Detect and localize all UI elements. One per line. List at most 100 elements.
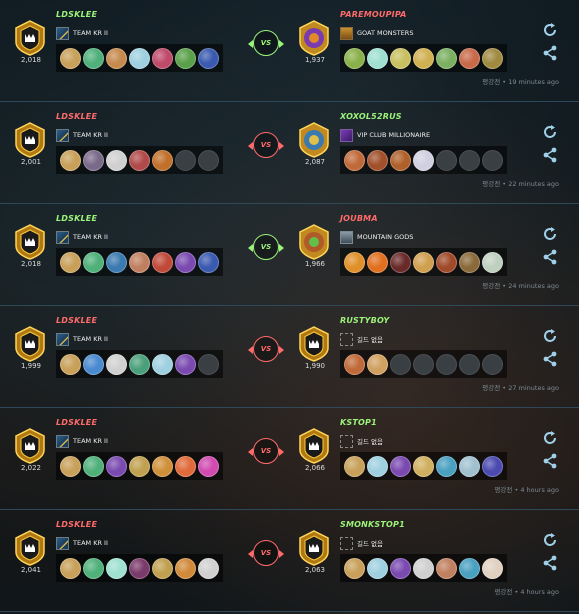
monster-portrait[interactable] [106, 149, 127, 171]
monster-portrait[interactable] [152, 149, 173, 171]
monster-portrait[interactable] [83, 251, 104, 273]
refresh-icon[interactable] [542, 226, 558, 242]
monster-portrait[interactable] [482, 455, 503, 477]
refresh-icon[interactable] [542, 430, 558, 446]
monster-portrait[interactable] [390, 149, 411, 171]
player-name[interactable]: LDSKLEE [56, 316, 97, 325]
monster-portrait[interactable] [482, 251, 503, 273]
monster-portrait[interactable] [367, 47, 388, 69]
share-icon[interactable] [542, 147, 558, 163]
monster-portrait[interactable] [413, 251, 434, 273]
player-name[interactable]: LDSKLEE [56, 214, 97, 223]
monster-portrait[interactable] [152, 557, 173, 579]
monster-portrait[interactable] [413, 557, 434, 579]
player-name[interactable]: PAREMOUPIPA [340, 10, 407, 19]
monster-portrait[interactable] [83, 557, 104, 579]
guild-info: TEAM KR II [56, 332, 108, 346]
monster-portrait[interactable] [367, 557, 388, 579]
monster-portrait[interactable] [129, 455, 150, 477]
monster-portrait[interactable] [152, 47, 173, 69]
monster-portrait[interactable] [367, 353, 388, 375]
monster-portrait[interactable] [413, 149, 434, 171]
share-icon[interactable] [542, 351, 558, 367]
monster-portrait[interactable] [436, 455, 457, 477]
player-name[interactable]: LDSKLEE [56, 418, 97, 427]
monster-portrait[interactable] [198, 557, 219, 579]
monster-portrait[interactable] [367, 251, 388, 273]
monster-portrait[interactable] [83, 149, 104, 171]
monster-portrait[interactable] [459, 455, 480, 477]
monster-portrait[interactable] [367, 149, 388, 171]
monster-portrait[interactable] [60, 47, 81, 69]
refresh-icon[interactable] [542, 22, 558, 38]
monster-portrait[interactable] [106, 455, 127, 477]
monster-portrait[interactable] [106, 353, 127, 375]
share-icon[interactable] [542, 555, 558, 571]
monster-portrait[interactable] [129, 353, 150, 375]
monster-portrait[interactable] [60, 557, 81, 579]
monster-portrait[interactable] [129, 149, 150, 171]
monster-portrait[interactable] [413, 455, 434, 477]
player-name[interactable]: LDSKLEE [56, 10, 97, 19]
player-name[interactable]: XOXOL52RUS [340, 112, 402, 121]
monster-portrait[interactable] [83, 455, 104, 477]
monster-portrait[interactable] [344, 149, 365, 171]
share-icon[interactable] [542, 249, 558, 265]
monster-portrait[interactable] [175, 455, 196, 477]
monster-portrait[interactable] [436, 557, 457, 579]
monster-portrait[interactable] [83, 353, 104, 375]
monster-portrait[interactable] [390, 557, 411, 579]
monster-portrait[interactable] [459, 251, 480, 273]
monster-portrait[interactable] [129, 557, 150, 579]
player-name[interactable]: KSTOP1 [340, 418, 377, 427]
empty-slot [198, 149, 219, 171]
monster-portrait[interactable] [106, 557, 127, 579]
monster-portrait[interactable] [344, 47, 365, 69]
refresh-icon[interactable] [542, 532, 558, 548]
player-panel-left: LDSKLEE 2,001 TEAM KR II [14, 102, 244, 203]
monster-portrait[interactable] [198, 251, 219, 273]
refresh-icon[interactable] [542, 328, 558, 344]
monster-portrait[interactable] [390, 251, 411, 273]
player-name[interactable]: SMONKSTOP1 [340, 520, 405, 529]
share-icon[interactable] [542, 453, 558, 469]
monster-portrait[interactable] [83, 47, 104, 69]
refresh-icon[interactable] [542, 124, 558, 140]
player-name[interactable]: LDSKLEE [56, 112, 97, 121]
monster-portrait[interactable] [60, 455, 81, 477]
player-name[interactable]: RUSTYBOY [340, 316, 389, 325]
monster-portrait[interactable] [436, 251, 457, 273]
monster-portrait[interactable] [390, 455, 411, 477]
monster-portrait[interactable] [152, 353, 173, 375]
monster-portrait[interactable] [482, 47, 503, 69]
monster-portrait[interactable] [367, 455, 388, 477]
monster-portrait[interactable] [482, 557, 503, 579]
monster-portrait[interactable] [198, 455, 219, 477]
monster-portrait[interactable] [459, 47, 480, 69]
player-name[interactable]: LDSKLEE [56, 520, 97, 529]
monster-portrait[interactable] [198, 47, 219, 69]
monster-portrait[interactable] [344, 353, 365, 375]
monster-portrait[interactable] [106, 47, 127, 69]
monster-portrait[interactable] [175, 47, 196, 69]
monster-portrait[interactable] [344, 251, 365, 273]
monster-portrait[interactable] [129, 251, 150, 273]
monster-portrait[interactable] [106, 251, 127, 273]
monster-portrait[interactable] [152, 455, 173, 477]
monster-portrait[interactable] [344, 557, 365, 579]
monster-portrait[interactable] [344, 455, 365, 477]
monster-portrait[interactable] [60, 149, 81, 171]
monster-portrait[interactable] [60, 353, 81, 375]
monster-portrait[interactable] [152, 251, 173, 273]
monster-portrait[interactable] [413, 47, 434, 69]
monster-portrait[interactable] [175, 353, 196, 375]
monster-portrait[interactable] [129, 47, 150, 69]
monster-portrait[interactable] [459, 557, 480, 579]
monster-portrait[interactable] [175, 557, 196, 579]
player-name[interactable]: JOUBMA [340, 214, 378, 223]
monster-portrait[interactable] [175, 251, 196, 273]
share-icon[interactable] [542, 45, 558, 61]
monster-portrait[interactable] [436, 47, 457, 69]
monster-portrait[interactable] [60, 251, 81, 273]
monster-portrait[interactable] [390, 47, 411, 69]
